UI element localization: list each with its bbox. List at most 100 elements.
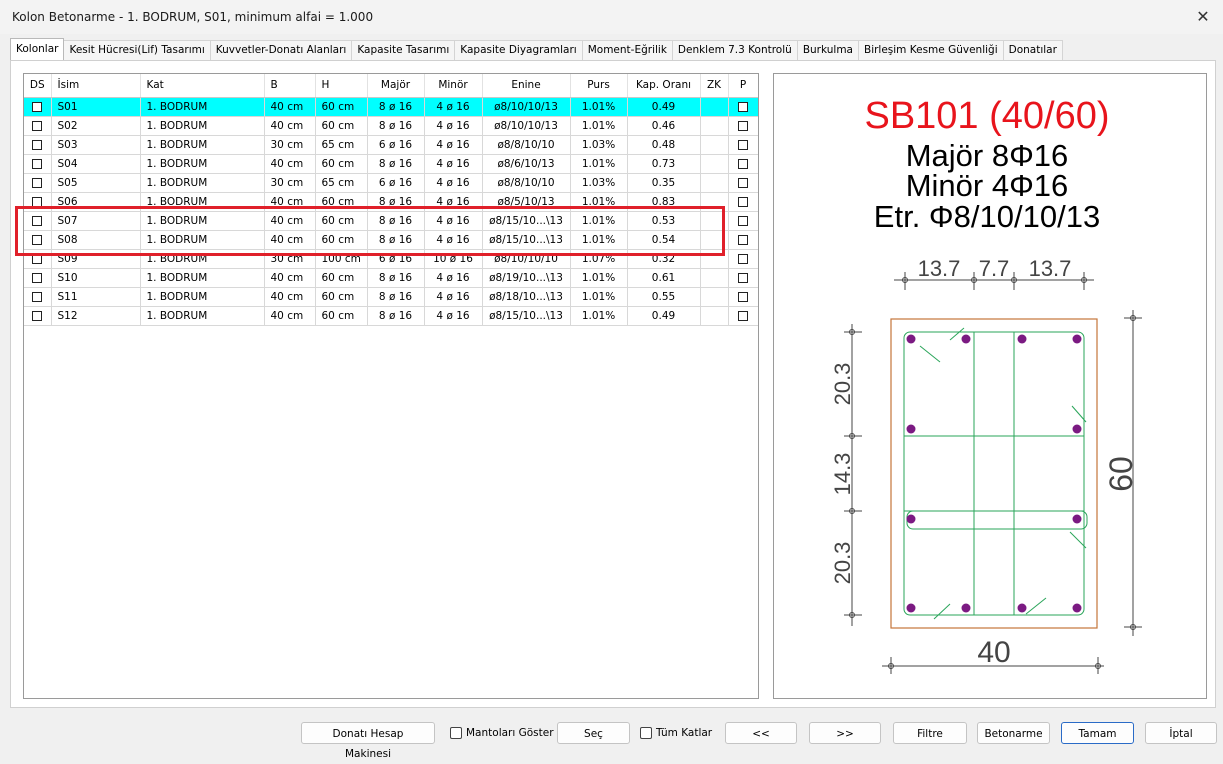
table-row[interactable]: S03 1. BODRUM 30 cm 65 cm 6 ø 16 4 ø 16 ø8/8/1… (24, 135, 758, 155)
p-checkbox[interactable] (738, 158, 748, 169)
ds-checkbox[interactable] (32, 139, 43, 150)
column-header[interactable]: Purs (570, 74, 628, 98)
cell-b: 40 cm (264, 268, 316, 288)
show-jackets-checkbox[interactable]: Mantoları Göster (450, 722, 554, 744)
ds-cell (24, 211, 52, 231)
cell-kat: 1. BODRUM (140, 211, 265, 231)
tab-5[interactable]: Kapasite Diyagramları (454, 40, 583, 60)
p-checkbox[interactable] (738, 120, 748, 131)
table-row[interactable]: S10 1. BODRUM 40 cm 60 cm 8 ø 16 4 ø 16 ø8/19/… (24, 268, 758, 288)
p-checkbox[interactable] (738, 272, 748, 283)
column-header[interactable]: İsim (51, 74, 141, 98)
table-row[interactable]: S11 1. BODRUM 40 cm 60 cm 8 ø 16 4 ø 16 ø8/18/… (24, 287, 758, 307)
p-checkbox[interactable] (738, 177, 748, 188)
cell-minor: 10 ø 16 (424, 249, 483, 269)
cell-kap: 0.61 (627, 268, 701, 288)
tab-1[interactable]: Kolonlar (10, 38, 65, 60)
tab-7[interactable]: Denklem 7.3 Kontrolü (671, 40, 798, 60)
ds-checkbox[interactable] (32, 234, 43, 245)
column-header[interactable]: H (315, 74, 368, 98)
tab-3[interactable]: Kuvvetler-Donatı Alanları (209, 40, 353, 60)
rebar (1017, 603, 1027, 613)
column-header[interactable]: Kat (140, 74, 265, 98)
show-jackets-label: Mantoları Göster (466, 727, 554, 739)
column-header[interactable]: Majör (367, 74, 425, 98)
tab-9[interactable]: Birleşim Kesme Güvenliği (857, 40, 1004, 60)
cell-enine: ø8/10/10/13 (482, 97, 571, 117)
ds-checkbox[interactable] (32, 101, 43, 112)
column-header[interactable]: Kap. Oranı (627, 74, 701, 98)
rebar-calculator-button[interactable]: Donatı Hesap Makinesi (301, 722, 435, 760)
filter-button[interactable]: Filtre (893, 722, 967, 744)
tab-10[interactable]: Donatılar (1002, 40, 1063, 60)
p-checkbox[interactable] (738, 215, 748, 226)
rebar (906, 514, 916, 524)
p-checkbox[interactable] (738, 253, 748, 264)
ds-cell (24, 249, 52, 269)
ds-checkbox[interactable] (32, 291, 43, 302)
ds-checkbox[interactable] (32, 177, 43, 188)
column-header[interactable]: Enine (482, 74, 571, 98)
dim-top-3: 13.7 (1029, 256, 1072, 281)
ds-checkbox[interactable] (32, 215, 43, 226)
cell-enine: ø8/15/10...\13 (482, 211, 571, 231)
ds-checkbox[interactable] (32, 310, 43, 321)
all-floors-checkbox[interactable]: Tüm Katlar (640, 722, 712, 744)
tab-2[interactable]: Kesit Hücresi(Lif) Tasarımı (63, 40, 211, 60)
p-cell (728, 249, 758, 269)
ds-checkbox[interactable] (32, 158, 43, 169)
checkbox-box[interactable] (640, 727, 652, 739)
cell-kap: 0.83 (627, 192, 701, 212)
ds-checkbox[interactable] (32, 120, 43, 131)
column-header[interactable]: P (728, 74, 758, 98)
cell-purs: 1.01% (570, 230, 628, 250)
column-header[interactable]: Minör (424, 74, 483, 98)
table-row[interactable]: S09 1. BODRUM 30 cm 100 cm 6 ø 16 10 ø 16 ø8/1… (24, 249, 758, 269)
column-header[interactable]: B (264, 74, 316, 98)
p-checkbox[interactable] (738, 310, 748, 321)
cell-minor: 4 ø 16 (424, 97, 483, 117)
p-checkbox[interactable] (738, 139, 748, 150)
cancel-button[interactable]: İptal (1145, 722, 1217, 744)
tab-8[interactable]: Burkulma (796, 40, 859, 60)
column-header[interactable]: ZK (700, 74, 729, 98)
cell-major: 8 ø 16 (367, 230, 425, 250)
concrete-button[interactable]: Betonarme (977, 722, 1050, 744)
tab-6[interactable]: Moment-Eğrilik (581, 40, 673, 60)
p-cell (728, 173, 758, 193)
p-checkbox[interactable] (738, 101, 748, 112)
columns-table[interactable]: DS İsim Kat B H Majör Minör Enine Purs Kap. Oranı… (23, 73, 759, 699)
table-row[interactable]: S01 1. BODRUM 40 cm 60 cm 8 ø 16 4 ø 16 ø8/10/… (24, 97, 758, 117)
ok-button[interactable]: Tamam (1061, 722, 1134, 744)
table-row[interactable]: S02 1. BODRUM 40 cm 60 cm 8 ø 16 4 ø 16 ø8/10/… (24, 116, 758, 136)
cell-name: S08 (51, 230, 141, 250)
ds-checkbox[interactable] (32, 272, 43, 283)
section-drawing: SB101 (40/60) Majör 8Φ16 Minör 4Φ16 Etr.… (830, 95, 1142, 674)
cell-minor: 4 ø 16 (424, 135, 483, 155)
cell-b: 40 cm (264, 306, 316, 326)
table-row[interactable]: S04 1. BODRUM 40 cm 60 cm 8 ø 16 4 ø 16 ø8/6/1… (24, 154, 758, 174)
cell-purs: 1.01% (570, 192, 628, 212)
ds-checkbox[interactable] (32, 196, 43, 207)
p-checkbox[interactable] (738, 234, 748, 245)
cell-b: 40 cm (264, 192, 316, 212)
table-row[interactable]: S07 1. BODRUM 40 cm 60 cm 8 ø 16 4 ø 16 ø8/15/… (24, 211, 758, 231)
close-icon[interactable]: ✕ (1193, 7, 1213, 27)
previous-button[interactable]: << (725, 722, 797, 744)
table-body: S01 1. BODRUM 40 cm 60 cm 8 ø 16 4 ø 16 ø8/10/… (24, 97, 758, 326)
table-row[interactable]: S06 1. BODRUM 40 cm 60 cm 8 ø 16 4 ø 16 ø8/5/1… (24, 192, 758, 212)
column-header[interactable]: DS (24, 74, 52, 98)
next-button[interactable]: >> (809, 722, 881, 744)
select-button[interactable]: Seç (557, 722, 630, 744)
cell-kat: 1. BODRUM (140, 173, 265, 193)
table-row[interactable]: S08 1. BODRUM 40 cm 60 cm 8 ø 16 4 ø 16 ø8/15/… (24, 230, 758, 250)
ds-checkbox[interactable] (32, 253, 43, 264)
p-checkbox[interactable] (738, 196, 748, 207)
table-row[interactable]: S05 1. BODRUM 30 cm 65 cm 6 ø 16 4 ø 16 ø8/8/1… (24, 173, 758, 193)
tab-4[interactable]: Kapasite Tasarımı (351, 40, 456, 60)
p-checkbox[interactable] (738, 291, 748, 302)
cell-kat: 1. BODRUM (140, 230, 265, 250)
checkbox-box[interactable] (450, 727, 462, 739)
table-row[interactable]: S12 1. BODRUM 40 cm 60 cm 8 ø 16 4 ø 16 ø8/15/… (24, 306, 758, 326)
cell-purs: 1.01% (570, 268, 628, 288)
